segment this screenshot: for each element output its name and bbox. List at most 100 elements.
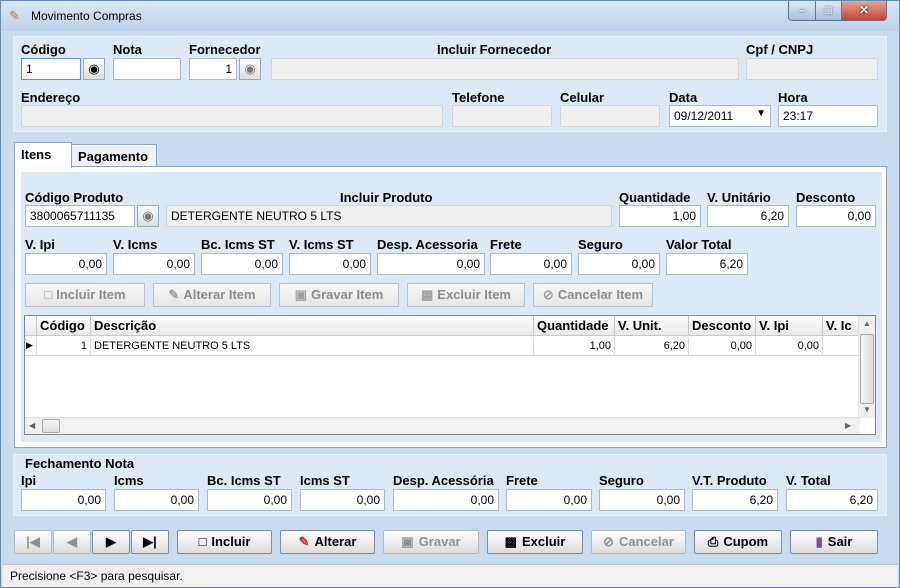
fech-frete-label: Frete <box>506 473 538 488</box>
valor-total-input[interactable]: 6,20 <box>666 253 748 275</box>
fech-seguro-field: 0,00 <box>599 489 685 511</box>
frete-input[interactable]: 0,00 <box>490 253 572 275</box>
tab-itens[interactable]: Itens <box>14 142 72 168</box>
v-ipi-input[interactable]: 0,00 <box>25 253 107 275</box>
fech-bc-icms-st-field: 0,00 <box>207 489 292 511</box>
cancelar-item-button[interactable]: ⊘ Cancelar Item <box>533 283 653 307</box>
fech-ipi-label: Ipi <box>21 473 37 488</box>
codigo-input[interactable]: 1 <box>21 58 81 80</box>
desp-acessoria-input[interactable]: 0,00 <box>377 253 485 275</box>
itens-grid[interactable]: Código Descrição Quantidade V. Unit. Des… <box>24 315 876 435</box>
telefone-label: Telefone <box>452 90 505 105</box>
incluir-produto-label: Incluir Produto <box>340 190 433 205</box>
fech-desp-acessoria-label: Desp. Acessória <box>393 473 494 488</box>
next-record-button[interactable]: ▶ <box>92 530 130 554</box>
previous-record-icon: ◀ <box>67 534 77 549</box>
alterar-button[interactable]: ✎ Alterar <box>280 530 375 554</box>
quantidade-input[interactable]: 1,00 <box>619 205 701 227</box>
previous-record-button[interactable]: ◀ <box>53 530 91 554</box>
trash-icon: ▩ <box>421 287 434 302</box>
codigo-label: Código <box>21 42 66 57</box>
hora-input[interactable]: 23:17 <box>778 105 878 127</box>
grid-header-quantidade[interactable]: Quantidade <box>534 316 615 336</box>
produto-search-button[interactable]: ◉ <box>137 205 159 227</box>
grid-horizontal-scrollbar[interactable]: ◀ ▶ <box>25 417 860 434</box>
fech-desp-acessoria-field: 0,00 <box>393 489 499 511</box>
grid-header-desconto[interactable]: Desconto <box>689 316 756 336</box>
table-cell-v-icms[interactable] <box>823 337 860 356</box>
excluir-button[interactable]: ▩ Excluir <box>487 530 583 554</box>
incluir-item-button[interactable]: □ Incluir Item <box>25 283 145 307</box>
v-icms-input[interactable]: 0,00 <box>113 253 195 275</box>
table-cell-codigo[interactable]: 1 <box>37 337 91 356</box>
movimento-compras-window: ✎ Movimento Compras – □ ✕ Código 1 ◉ Not… <box>0 0 900 588</box>
cancelar-button[interactable]: ⊘ Cancelar <box>591 530 686 554</box>
table-cell-desconto[interactable]: 0,00 <box>689 337 756 356</box>
fornecedor-search-button[interactable]: ◉ <box>239 58 261 80</box>
chevron-down-icon[interactable]: ▼ <box>756 108 766 119</box>
fech-frete-field: 0,00 <box>506 489 592 511</box>
fech-vt-produto-label: V.T. Produto <box>692 473 767 488</box>
cpf-cnpj-field <box>746 58 878 80</box>
binoculars-icon: ◉ <box>142 208 154 223</box>
next-record-icon: ▶ <box>106 534 116 549</box>
excluir-item-button[interactable]: ▩ Excluir Item <box>407 283 525 307</box>
fornecedor-input[interactable]: 1 <box>189 58 237 80</box>
gravar-button[interactable]: ▣ Gravar <box>383 530 479 554</box>
last-record-icon: ▶| <box>143 534 157 549</box>
last-record-button[interactable]: ▶| <box>131 530 169 554</box>
tab-pagamento[interactable]: Pagamento <box>71 144 157 168</box>
seguro-input[interactable]: 0,00 <box>578 253 660 275</box>
desconto-input[interactable]: 0,00 <box>796 205 876 227</box>
horizontal-scroll-thumb[interactable] <box>42 419 60 433</box>
scroll-left-icon[interactable]: ◀ <box>29 421 35 430</box>
incluir-button[interactable]: □ Incluir <box>177 530 272 554</box>
pencil-icon: ✎ <box>168 287 180 302</box>
endereco-label: Endereço <box>21 90 81 105</box>
minimize-icon: – <box>798 3 806 17</box>
close-button[interactable]: ✕ <box>841 1 887 21</box>
scroll-up-icon[interactable]: ▲ <box>863 319 871 328</box>
grid-vertical-scrollbar[interactable]: ▲ ▼ <box>858 316 875 418</box>
title-bar[interactable]: ✎ Movimento Compras – □ ✕ <box>1 1 899 31</box>
nota-label: Nota <box>113 42 142 57</box>
maximize-icon: □ <box>824 3 833 17</box>
v-icms-st-input[interactable]: 0,00 <box>289 253 371 275</box>
data-picker[interactable]: 09/12/2011 ▼ <box>669 105 771 127</box>
fech-icms-st-label: Icms ST <box>300 473 350 488</box>
grid-header-v-ipi[interactable]: V. Ipi <box>756 316 823 336</box>
telefone-field <box>452 105 552 127</box>
window-title: Movimento Compras <box>31 9 142 23</box>
binoculars-icon: ◉ <box>88 61 100 76</box>
first-record-icon: |◀ <box>26 534 40 549</box>
sair-button[interactable]: ▮ Sair <box>790 530 878 554</box>
nota-input[interactable] <box>113 58 181 80</box>
valor-total-label: Valor Total <box>666 237 732 252</box>
grid-header-codigo[interactable]: Código <box>37 316 91 336</box>
v-icms-st-label: V. Icms ST <box>289 237 354 252</box>
cupom-button[interactable]: ⎙ Cupom <box>694 530 782 554</box>
hora-label: Hora <box>778 90 808 105</box>
table-cell-descricao[interactable]: DETERGENTE NEUTRO 5 LTS <box>91 337 534 356</box>
grid-header-v-icms[interactable]: V. Ic <box>823 316 860 336</box>
bc-icms-st-input[interactable]: 0,00 <box>201 253 283 275</box>
maximize-button[interactable]: □ <box>815 1 842 21</box>
fech-icms-label: Icms <box>114 473 144 488</box>
table-cell-v-unit[interactable]: 6,20 <box>615 337 689 356</box>
v-unitario-input[interactable]: 6,20 <box>707 205 789 227</box>
scroll-down-icon[interactable]: ▼ <box>863 405 871 414</box>
codigo-produto-input[interactable]: 3800065711135 <box>25 205 135 227</box>
minimize-button[interactable]: – <box>788 1 816 21</box>
vertical-scroll-thumb[interactable] <box>860 334 874 404</box>
first-record-button[interactable]: |◀ <box>14 530 52 554</box>
scroll-right-icon[interactable]: ▶ <box>845 421 851 430</box>
grid-header-v-unit[interactable]: V. Unit. <box>615 316 689 336</box>
exit-door-icon: ▮ <box>815 534 823 549</box>
table-cell-quantidade[interactable]: 1,00 <box>534 337 615 356</box>
grid-header-descricao[interactable]: Descrição <box>91 316 534 336</box>
codigo-search-button[interactable]: ◉ <box>83 58 105 80</box>
alterar-item-button[interactable]: ✎ Alterar Item <box>153 283 271 307</box>
gravar-item-button[interactable]: ▣ Gravar Item <box>279 283 399 307</box>
desconto-label: Desconto <box>796 190 856 205</box>
table-cell-v-ipi[interactable]: 0,00 <box>756 337 823 356</box>
